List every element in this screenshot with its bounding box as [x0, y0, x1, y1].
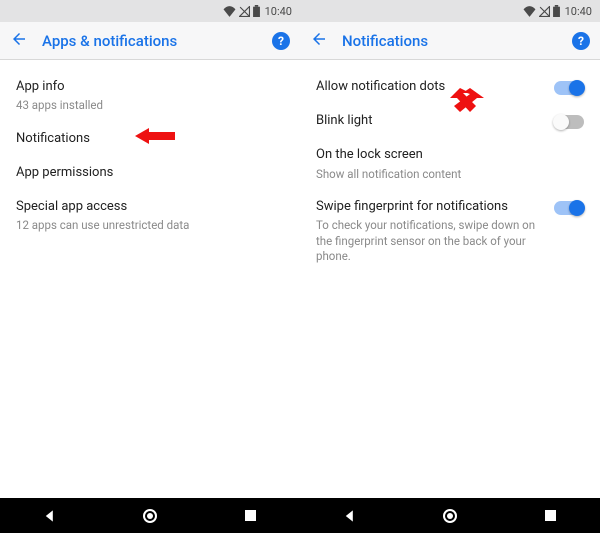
row-title: Notifications	[16, 130, 284, 148]
settings-list: App info 43 apps installed Notifications…	[0, 60, 300, 498]
row-allow-notification-dots[interactable]: Allow notification dots	[300, 70, 600, 104]
row-subtitle: 12 apps can use unrestricted data	[16, 218, 284, 234]
row-swipe-fingerprint[interactable]: Swipe fingerprint for notifications To c…	[300, 190, 600, 273]
row-title: App info	[16, 78, 284, 96]
row-title: On the lock screen	[316, 146, 584, 164]
row-title: Allow notification dots	[316, 78, 546, 96]
row-title: Blink light	[316, 112, 546, 130]
page-title: Notifications	[342, 32, 572, 50]
nav-home-icon[interactable]	[433, 499, 467, 533]
nav-back-icon[interactable]	[333, 499, 367, 533]
back-icon[interactable]	[10, 30, 28, 52]
help-icon[interactable]: ?	[272, 32, 290, 50]
signal-icon	[539, 6, 550, 17]
wifi-icon	[223, 6, 236, 17]
row-subtitle: Show all notification content	[316, 167, 584, 183]
page-title: Apps & notifications	[42, 32, 272, 50]
status-bar: 10:40	[0, 0, 300, 22]
app-bar: Apps & notifications ?	[0, 22, 300, 60]
back-icon[interactable]	[310, 30, 328, 52]
status-time: 10:40	[265, 5, 292, 18]
row-on-lock-screen[interactable]: On the lock screen Show all notification…	[300, 138, 600, 190]
battery-icon	[253, 5, 260, 17]
navigation-bar	[300, 498, 600, 533]
nav-home-icon[interactable]	[133, 499, 167, 533]
row-special-app-access[interactable]: Special app access 12 apps can use unres…	[0, 190, 300, 242]
battery-icon	[553, 5, 560, 17]
nav-recent-icon[interactable]	[533, 499, 567, 533]
screen-notifications: 10:40 Notifications ? Allow notification…	[300, 0, 600, 533]
row-subtitle: 43 apps installed	[16, 98, 284, 114]
toggle-switch[interactable]	[554, 201, 584, 215]
row-title: App permissions	[16, 164, 284, 182]
nav-back-icon[interactable]	[33, 499, 67, 533]
settings-list: Allow notification dots Blink light On t…	[300, 60, 600, 498]
row-title: Swipe fingerprint for notifications	[316, 198, 546, 216]
wifi-icon	[523, 6, 536, 17]
row-app-info[interactable]: App info 43 apps installed	[0, 70, 300, 122]
signal-icon	[239, 6, 250, 17]
row-blink-light[interactable]: Blink light	[300, 104, 600, 138]
app-bar: Notifications ?	[300, 22, 600, 60]
navigation-bar	[0, 498, 300, 533]
help-icon[interactable]: ?	[572, 32, 590, 50]
toggle-switch[interactable]	[554, 115, 584, 129]
status-time: 10:40	[565, 5, 592, 18]
row-title: Special app access	[16, 198, 284, 216]
nav-recent-icon[interactable]	[233, 499, 267, 533]
row-notifications[interactable]: Notifications	[0, 122, 300, 156]
screen-apps-notifications: 10:40 Apps & notifications ? App info 43…	[0, 0, 300, 533]
row-app-permissions[interactable]: App permissions	[0, 156, 300, 190]
toggle-switch[interactable]	[554, 81, 584, 95]
status-bar: 10:40	[300, 0, 600, 22]
row-subtitle: To check your notifications, swipe down …	[316, 218, 546, 265]
